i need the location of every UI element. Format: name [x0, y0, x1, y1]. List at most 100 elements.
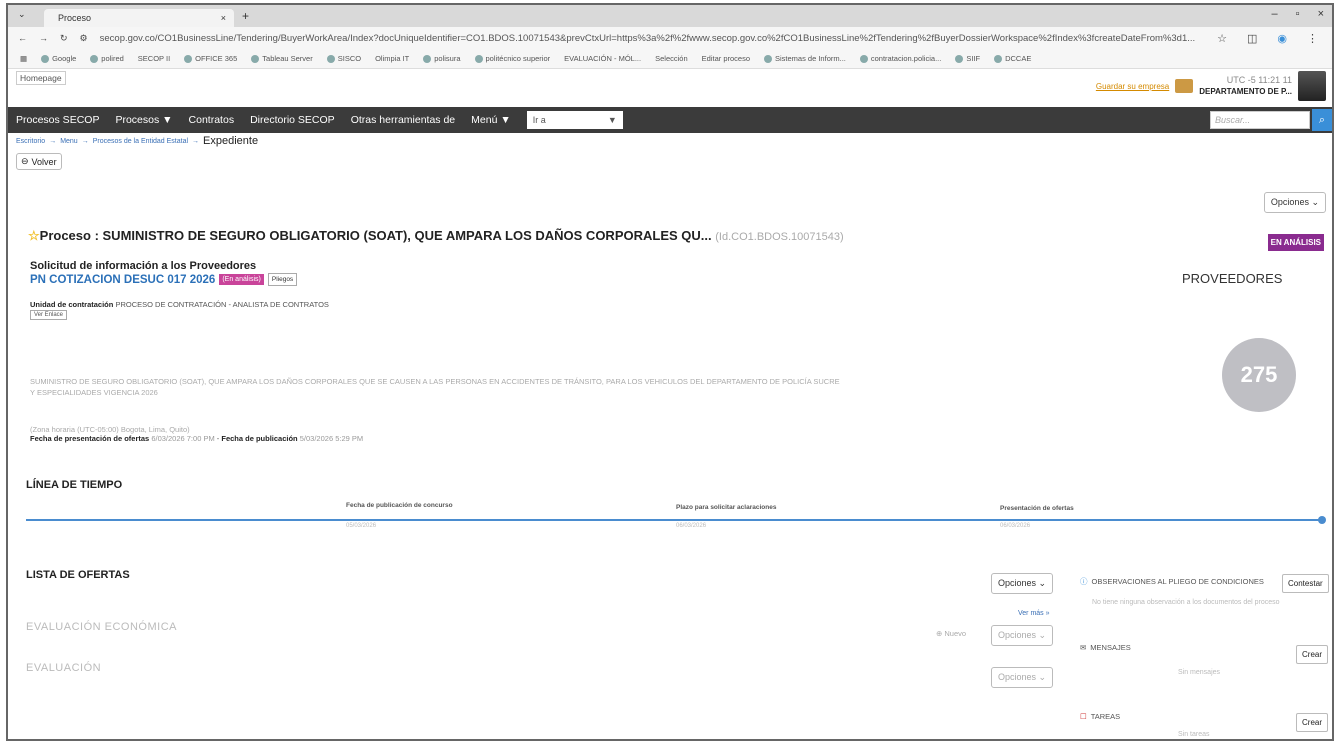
- url-field[interactable]: secop.gov.co/CO1BusinessLine/Tendering/B…: [100, 33, 1205, 44]
- bookmark-icon: [423, 55, 432, 63]
- providers-title: PROVEEDORES: [1182, 271, 1283, 286]
- offers-title: LISTA DE OFERTAS: [26, 569, 130, 581]
- utc-clock: UTC -5 11:21 11: [1226, 75, 1292, 85]
- task-list-icon: ☐: [1080, 712, 1087, 721]
- site-info-icon[interactable]: ⚙: [80, 33, 88, 44]
- breadcrumb-separator-icon: →: [81, 137, 89, 145]
- extensions-icon[interactable]: ◫: [1247, 32, 1257, 45]
- breadcrumb-item[interactable]: Procesos de la Entidad Estatal: [93, 138, 188, 145]
- bookmark-item[interactable]: contratacion.policia...: [859, 54, 941, 63]
- tab-list-icon[interactable]: ⌄: [18, 9, 26, 20]
- providers-count[interactable]: 275: [1222, 338, 1296, 412]
- timeline-bar: [26, 519, 1322, 521]
- user-info[interactable]: UTC -5 11:21 11 DEPARTAMENTO DE P...: [1199, 74, 1292, 98]
- bookmark-item[interactable]: EVALUACIÓN - MÓL...: [564, 54, 641, 63]
- bookmark-icon: [764, 55, 772, 63]
- browser-window: ⌄ Proceso × + – ▫ × ← → ↻ ⚙ secop.gov.co…: [6, 3, 1334, 741]
- evaluacion-options-button[interactable]: Opciones ⌄: [991, 667, 1054, 688]
- search-icon[interactable]: ⌕: [1312, 109, 1332, 131]
- bookmark-item[interactable]: Olimpia IT: [375, 54, 409, 63]
- close-window-icon[interactable]: ×: [1318, 8, 1324, 20]
- timeline-step: Fecha de publicación de concurso 05/03/2…: [346, 502, 453, 529]
- dates-line: Fecha de presentación de ofertas 6/03/20…: [30, 434, 364, 443]
- menu-item-directorio[interactable]: Directorio SECOP: [250, 114, 335, 126]
- process-description: SUMINISTRO DE SEGURO OBLIGATORIO (SOAT),…: [30, 377, 840, 397]
- breadcrumb-separator-icon: →: [192, 137, 200, 145]
- bookmark-item[interactable]: DCCAE: [994, 54, 1031, 63]
- menu-item-otras-herramientas[interactable]: Otras herramientas de: [351, 114, 455, 126]
- tasks-title: ☐ TAREAS: [1080, 712, 1121, 721]
- bookmark-star-icon[interactable]: ☆: [1217, 32, 1227, 45]
- address-bar: ← → ↻ ⚙ secop.gov.co/CO1BusinessLine/Ten…: [8, 27, 1332, 49]
- forward-arrow-icon[interactable]: →: [39, 33, 48, 43]
- new-tab-icon[interactable]: +: [242, 9, 249, 23]
- ver-enlace-button[interactable]: Ver Enlace: [30, 310, 68, 320]
- timeline-end-dot: [1318, 516, 1326, 524]
- breadcrumb-item[interactable]: Escritorio: [16, 138, 45, 145]
- apps-icon[interactable]: ▦: [20, 54, 27, 63]
- messages-title: ✉ MENSAJES: [1080, 643, 1131, 652]
- contestar-button[interactable]: Contestar: [1282, 574, 1329, 593]
- minimize-icon[interactable]: –: [1272, 8, 1278, 20]
- pliegos-button[interactable]: Pliegos: [267, 273, 298, 286]
- create-message-button[interactable]: Crear: [1296, 645, 1329, 664]
- search-input[interactable]: Buscar...: [1210, 111, 1310, 129]
- favorite-star-icon[interactable]: ☆: [28, 228, 40, 243]
- homepage-logo[interactable]: Homepage: [16, 71, 66, 85]
- notifications-icon[interactable]: [1175, 79, 1194, 93]
- profile-icon[interactable]: ◉: [1277, 32, 1287, 45]
- bookmark-item[interactable]: OFFICE 365: [184, 54, 237, 63]
- maximize-icon[interactable]: ▫: [1296, 8, 1300, 20]
- browser-tab[interactable]: Proceso ×: [44, 9, 234, 27]
- department-name: DEPARTAMENTO DE P...: [1199, 87, 1292, 96]
- tab-close-icon[interactable]: ×: [221, 13, 226, 23]
- avatar[interactable]: [1298, 71, 1326, 101]
- options-button[interactable]: Opciones ⌄: [1263, 192, 1326, 213]
- back-arrow-icon[interactable]: ←: [18, 33, 27, 43]
- eval-econ-options-button[interactable]: Opciones ⌄: [991, 625, 1054, 646]
- bookmark-item[interactable]: politécnico superior: [474, 54, 550, 63]
- menu-item-menu[interactable]: Menú ▼: [471, 114, 511, 126]
- new-evaluation-button[interactable]: ⊕ Nuevo: [936, 629, 966, 638]
- menu-item-procesos-secop[interactable]: Procesos SECOP: [16, 114, 99, 126]
- timeline-step: Plazo para solicitar aclaraciones 06/03/…: [676, 504, 777, 529]
- bookmark-item[interactable]: Selección: [655, 54, 688, 63]
- bookmark-icon: [326, 55, 335, 63]
- contracting-unit: Unidad de contratación PROCESO DE CONTRA…: [30, 300, 329, 309]
- messages-empty: Sin mensajes: [1178, 669, 1221, 676]
- bookmark-item[interactable]: Editar proceso: [702, 54, 750, 63]
- breadcrumb-item[interactable]: Menu: [60, 138, 78, 145]
- browser-menu-icon[interactable]: ⋮: [1307, 32, 1318, 45]
- observations-empty: No tiene ninguna observación a los docum…: [1092, 599, 1280, 606]
- bookmark-item[interactable]: Google: [41, 54, 76, 63]
- bookmark-item[interactable]: SISCO: [326, 54, 361, 63]
- window-controls: – ▫ ×: [1272, 8, 1324, 20]
- create-task-button[interactable]: Crear: [1296, 713, 1329, 732]
- reload-icon[interactable]: ↻: [60, 33, 68, 44]
- goto-select[interactable]: Ir a ▼: [526, 111, 623, 129]
- breadcrumb-separator-icon: →: [49, 137, 57, 145]
- bookmark-item[interactable]: SECOP II: [138, 54, 170, 63]
- page-title: ☆Proceso : SUMINISTRO DE SEGURO OBLIGATO…: [28, 228, 844, 243]
- main-menu: Procesos SECOP Procesos ▼ Contratos Dire…: [8, 107, 1332, 133]
- eval-economica-title: EVALUACIÓN ECONÓMICA: [26, 621, 177, 633]
- tab-title: Proceso: [58, 13, 92, 23]
- back-button[interactable]: ⊖ Volver: [16, 153, 62, 170]
- buyer-link[interactable]: Guardar su empresa: [1096, 82, 1169, 91]
- caret-down-icon: ▼: [607, 115, 617, 125]
- menu-item-procesos[interactable]: Procesos ▼: [115, 114, 172, 126]
- bookmark-item[interactable]: polired: [90, 54, 124, 63]
- menu-item-contratos[interactable]: Contratos: [189, 114, 235, 126]
- bookmark-item[interactable]: Tableau Server: [251, 54, 313, 63]
- evaluacion-title: EVALUACIÓN: [26, 662, 102, 674]
- timezone-note: (Zona horaria (UTC-05:00) Bogota, Lima, …: [30, 425, 190, 434]
- bookmark-item[interactable]: polisura: [423, 54, 461, 63]
- ver-mas-link[interactable]: Ver más »: [1018, 610, 1050, 617]
- bookmark-item[interactable]: SIIF: [955, 54, 980, 63]
- bookmark-icon: [41, 55, 50, 63]
- bookmark-item[interactable]: Sistemas de Inform...: [764, 54, 846, 63]
- timeline-title: LÍNEA DE TIEMPO: [26, 479, 123, 491]
- offers-options-button[interactable]: Opciones ⌄: [991, 573, 1054, 594]
- back-circle-icon: ⊖: [21, 156, 29, 166]
- observations-title: ⓘ OBSERVACIONES AL PLIEGO DE CONDICIONES: [1080, 577, 1264, 586]
